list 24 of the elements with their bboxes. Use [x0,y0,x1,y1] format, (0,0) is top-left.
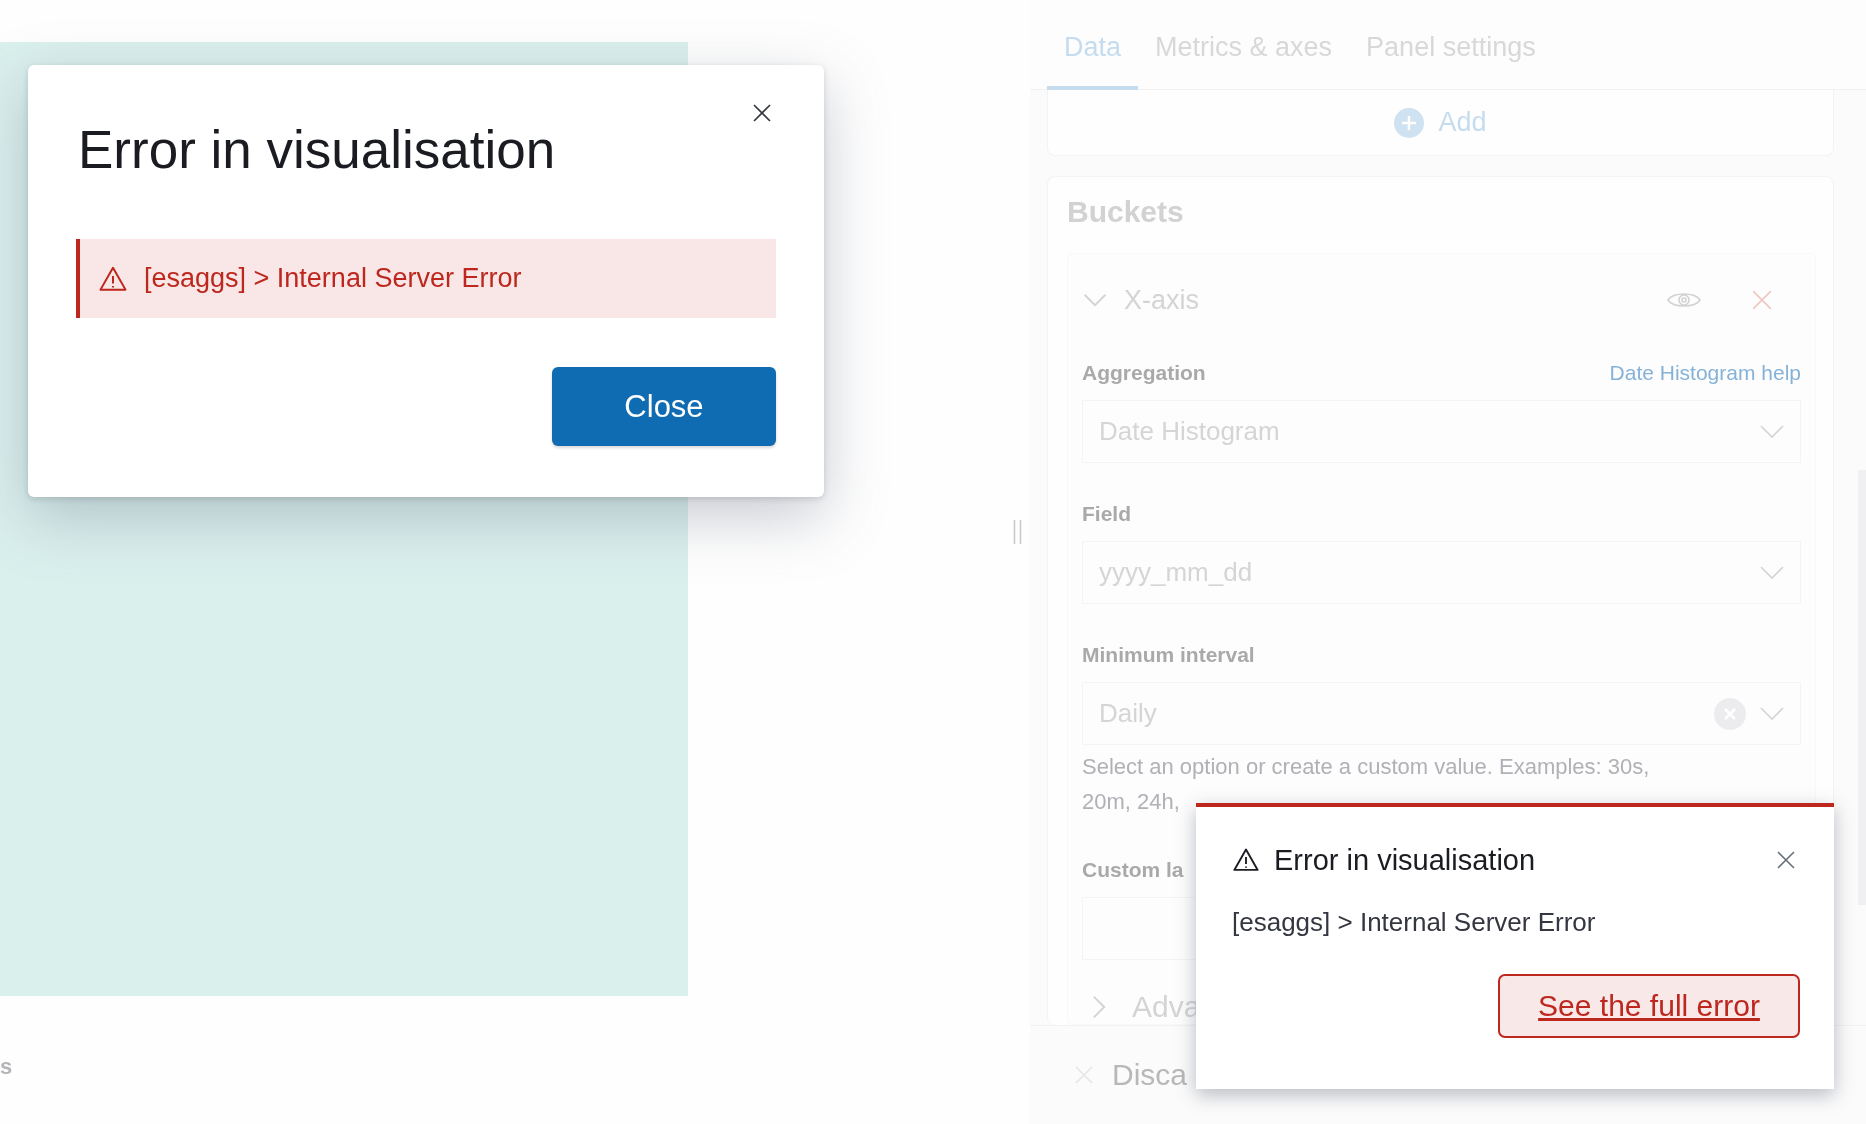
toast-title: Error in visualisation [1274,843,1537,877]
chevron-down-icon [1760,424,1784,439]
close-icon [752,103,772,123]
chevron-down-icon [1760,565,1784,580]
field-label: Custom la [1082,858,1184,882]
close-icon [1776,850,1796,870]
error-message: [esaggs] > Internal Server Error [144,263,522,294]
warning-icon [1232,846,1260,874]
add-button[interactable]: Add [1388,106,1493,139]
field-label: Field [1082,502,1131,526]
toast-message: [esaggs] > Internal Server Error [1232,907,1597,938]
help-link[interactable]: Date Histogram help [1609,361,1801,385]
help-text: Select an option or create a custom value. Examples: 30s, 20m, 24h, [1082,753,1651,816]
label-text: s [0,1054,13,1080]
close-button[interactable]: Close [552,367,776,446]
chevron-down-icon [1760,706,1784,721]
resize-handle-icon[interactable] [1013,520,1022,544]
plus-icon [1394,107,1425,138]
see-full-error-button[interactable]: See the full error [1498,974,1800,1038]
field-label: Minimum interval [1082,643,1255,667]
delete-icon [1751,289,1773,311]
discard-button[interactable]: Disca [1068,1057,1193,1093]
field-label: Aggregation [1082,361,1206,385]
modal-title: Error in visualisation [78,119,556,180]
